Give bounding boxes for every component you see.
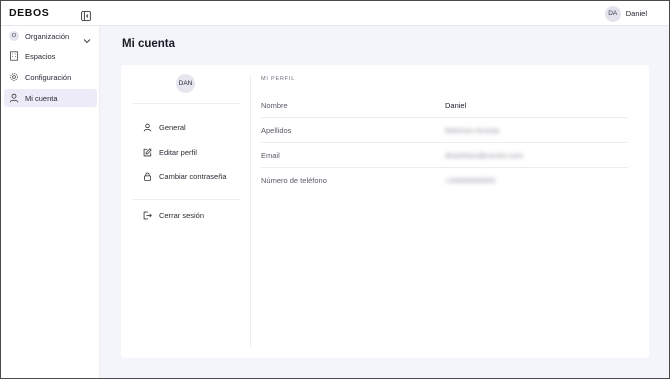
menu-item-label: Cambiar contraseña — [159, 171, 227, 181]
sidebar-toggle-icon[interactable] — [81, 8, 91, 21]
menu-item-label: Editar perfil — [159, 147, 197, 157]
sidebar-item-configuracion[interactable]: Configuración — [4, 68, 97, 86]
top-bar: DEBOS DA Daniel — [1, 1, 669, 26]
profile-row-email: Email dmartinez@correo.com — [261, 143, 628, 168]
user-menu[interactable]: DA Daniel — [604, 5, 647, 22]
profile-avatar: DAN — [176, 74, 195, 93]
building-icon — [9, 51, 19, 61]
chevron-down-icon[interactable] — [83, 32, 91, 44]
gear-icon — [9, 72, 19, 82]
account-card: DAN General Editar perfil Cambiar contra… — [121, 65, 649, 358]
menu-item-label: Cerrar sesión — [159, 210, 205, 220]
field-label: Número de teléfono — [261, 176, 327, 185]
field-value: dmartinez@correo.com — [445, 151, 524, 160]
divider — [133, 199, 240, 200]
sidebar: O Organización Espacios Configuración Mi… — [1, 26, 100, 378]
field-label: Nombre — [261, 101, 288, 110]
org-icon: O — [9, 31, 19, 41]
section-label: MI PERFIL — [261, 76, 296, 82]
field-label: Apellidos — [261, 126, 292, 135]
sidebar-item-label: Organización — [25, 31, 70, 41]
sidebar-item-espacios[interactable]: Espacios — [4, 47, 97, 65]
sidebar-item-organizacion[interactable]: O Organización — [4, 27, 97, 45]
field-value: +34600000000 — [445, 176, 496, 185]
menu-item-editar-perfil[interactable]: Editar perfil — [143, 145, 243, 159]
sidebar-item-label: Mi cuenta — [25, 93, 58, 103]
user-icon — [143, 123, 152, 132]
avatar: DA — [604, 5, 621, 22]
user-name: Daniel — [625, 9, 647, 18]
app-logo: DEBOS — [9, 7, 50, 19]
vertical-divider — [250, 75, 251, 347]
account-menu: DAN General Editar perfil Cambiar contra… — [121, 65, 250, 358]
profile-row-nombre: Nombre Daniel — [261, 93, 628, 118]
sidebar-item-label: Configuración — [25, 72, 72, 82]
divider — [133, 103, 240, 104]
logout-icon — [143, 211, 152, 220]
lock-icon — [143, 172, 152, 181]
menu-item-cerrar-sesion[interactable]: Cerrar sesión — [143, 208, 243, 222]
field-value: Daniel — [445, 101, 467, 110]
profile-row-apellidos: Apellidos Martínez Acosta — [261, 118, 628, 143]
profile-row-telefono: Número de teléfono +34600000000 — [261, 168, 628, 193]
menu-item-general[interactable]: General — [143, 120, 243, 134]
user-icon — [9, 93, 19, 103]
field-label: Email — [261, 151, 280, 160]
page-title: Mi cuenta — [122, 38, 176, 50]
edit-icon — [143, 147, 152, 157]
field-value: Martínez Acosta — [445, 126, 499, 135]
app-window: DEBOS DA Daniel O Organización Espacios … — [0, 0, 670, 379]
menu-item-cambiar-contrasena[interactable]: Cambiar contraseña — [143, 169, 243, 183]
sidebar-item-label: Espacios — [25, 51, 56, 61]
menu-item-label: General — [159, 122, 186, 132]
sidebar-item-mi-cuenta[interactable]: Mi cuenta — [4, 89, 97, 107]
